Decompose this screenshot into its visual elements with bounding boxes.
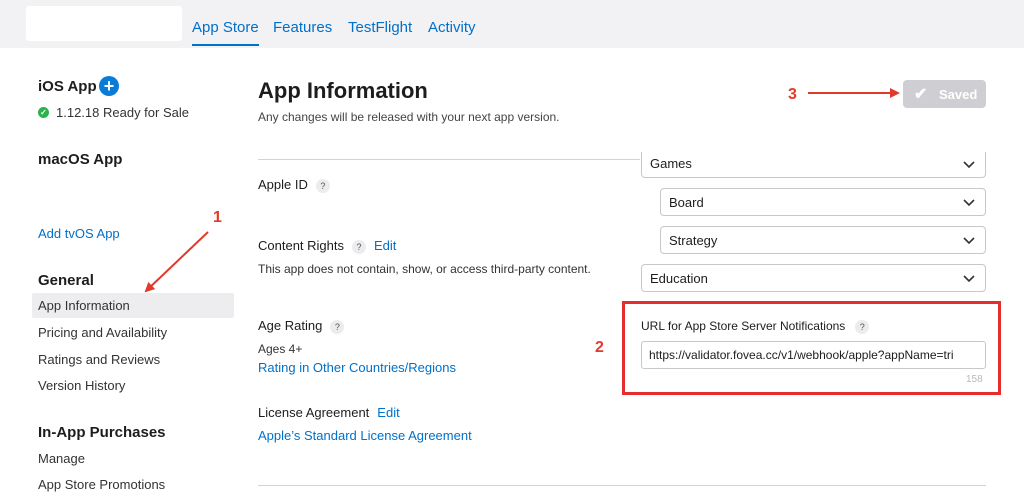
saved-button[interactable]: ✔ Saved [903,80,986,108]
content-rights-text: This app does not contain, show, or acce… [258,262,591,276]
sidebar-item-app-information[interactable]: App Information [32,293,234,318]
content-rights-help-icon[interactable]: ? [352,239,366,254]
tab-testflight[interactable]: TestFlight [348,19,412,36]
subcategory-two-value: Strategy [669,233,718,248]
content-rights-label: Content Rights? Edit [258,238,396,254]
apple-id-help-icon[interactable]: ? [315,178,330,193]
chevron-down-icon [963,237,975,245]
subcategory-one-value: Board [669,195,704,210]
annotation-number-1: 1 [213,209,222,226]
rating-other-regions-link[interactable]: Rating in Other Countries/Regions [258,360,456,375]
tab-app-store[interactable]: App Store [192,19,259,46]
general-heading: General [38,272,94,289]
tab-activity[interactable]: Activity [428,19,476,36]
primary-category-value: Games [650,156,692,171]
annotation-number-2: 2 [595,339,604,356]
tab-features[interactable]: Features [273,19,332,36]
add-tvos-app-link[interactable]: Add tvOS App [38,226,120,241]
logo-placeholder [26,6,182,41]
subcategory-two-select[interactable]: Strategy [660,226,986,254]
sidebar-item-app-store-promotions[interactable]: App Store Promotions [38,477,165,492]
secondary-category-value: Education [650,271,708,286]
license-agreement-label: License Agreement Edit [258,405,400,420]
chevron-down-icon [963,161,975,169]
ios-app-heading[interactable]: iOS App [38,78,97,95]
section-divider-top [258,159,640,160]
chevron-down-icon [963,199,975,207]
section-divider-bottom [258,485,986,486]
standard-license-link[interactable]: Apple’s Standard License Agreement [258,428,472,443]
in-app-purchases-heading: In-App Purchases [38,424,166,441]
chevron-down-icon [963,275,975,283]
content-rights-label-text: Content Rights [258,238,344,253]
apple-id-label-text: Apple ID [258,177,308,192]
license-agreement-edit-link[interactable]: Edit [377,405,399,420]
license-agreement-label-text: License Agreement [258,405,370,420]
secondary-category-select[interactable]: Education [641,264,986,292]
age-rating-label-text: Age Rating [258,318,323,333]
annotation-number-3: 3 [788,86,797,103]
age-rating-value: Ages 4+ [258,342,303,356]
macos-app-heading[interactable]: macOS App [38,151,122,168]
sidebar-item-ratings-reviews[interactable]: Ratings and Reviews [38,352,160,367]
add-platform-plus-icon[interactable]: + [99,76,119,96]
page-title: App Information [258,78,428,103]
subcategory-one-select[interactable]: Board [660,188,986,216]
ios-version-status[interactable]: 1.12.18 Ready for Sale [56,105,189,120]
ready-status-check-icon: ✓ [38,107,49,118]
content-rights-edit-link[interactable]: Edit [374,238,396,253]
apple-id-label: Apple ID? [258,177,330,193]
sidebar-item-version-history[interactable]: Version History [38,378,125,393]
page-subtitle: Any changes will be released with your n… [258,110,560,124]
top-navigation-bar: App Store Features TestFlight Activity [0,0,1024,48]
age-rating-help-icon[interactable]: ? [330,319,345,334]
primary-category-select[interactable]: Games [641,152,986,178]
annotation-arrow-1 [144,231,209,293]
age-rating-label: Age Rating? [258,318,345,334]
sidebar-item-manage[interactable]: Manage [38,451,85,466]
annotation-highlight-box [622,301,1001,395]
saved-button-label: Saved [939,87,978,102]
sidebar-item-pricing-availability[interactable]: Pricing and Availability [38,325,167,340]
checkmark-icon: ✔ [914,86,928,103]
